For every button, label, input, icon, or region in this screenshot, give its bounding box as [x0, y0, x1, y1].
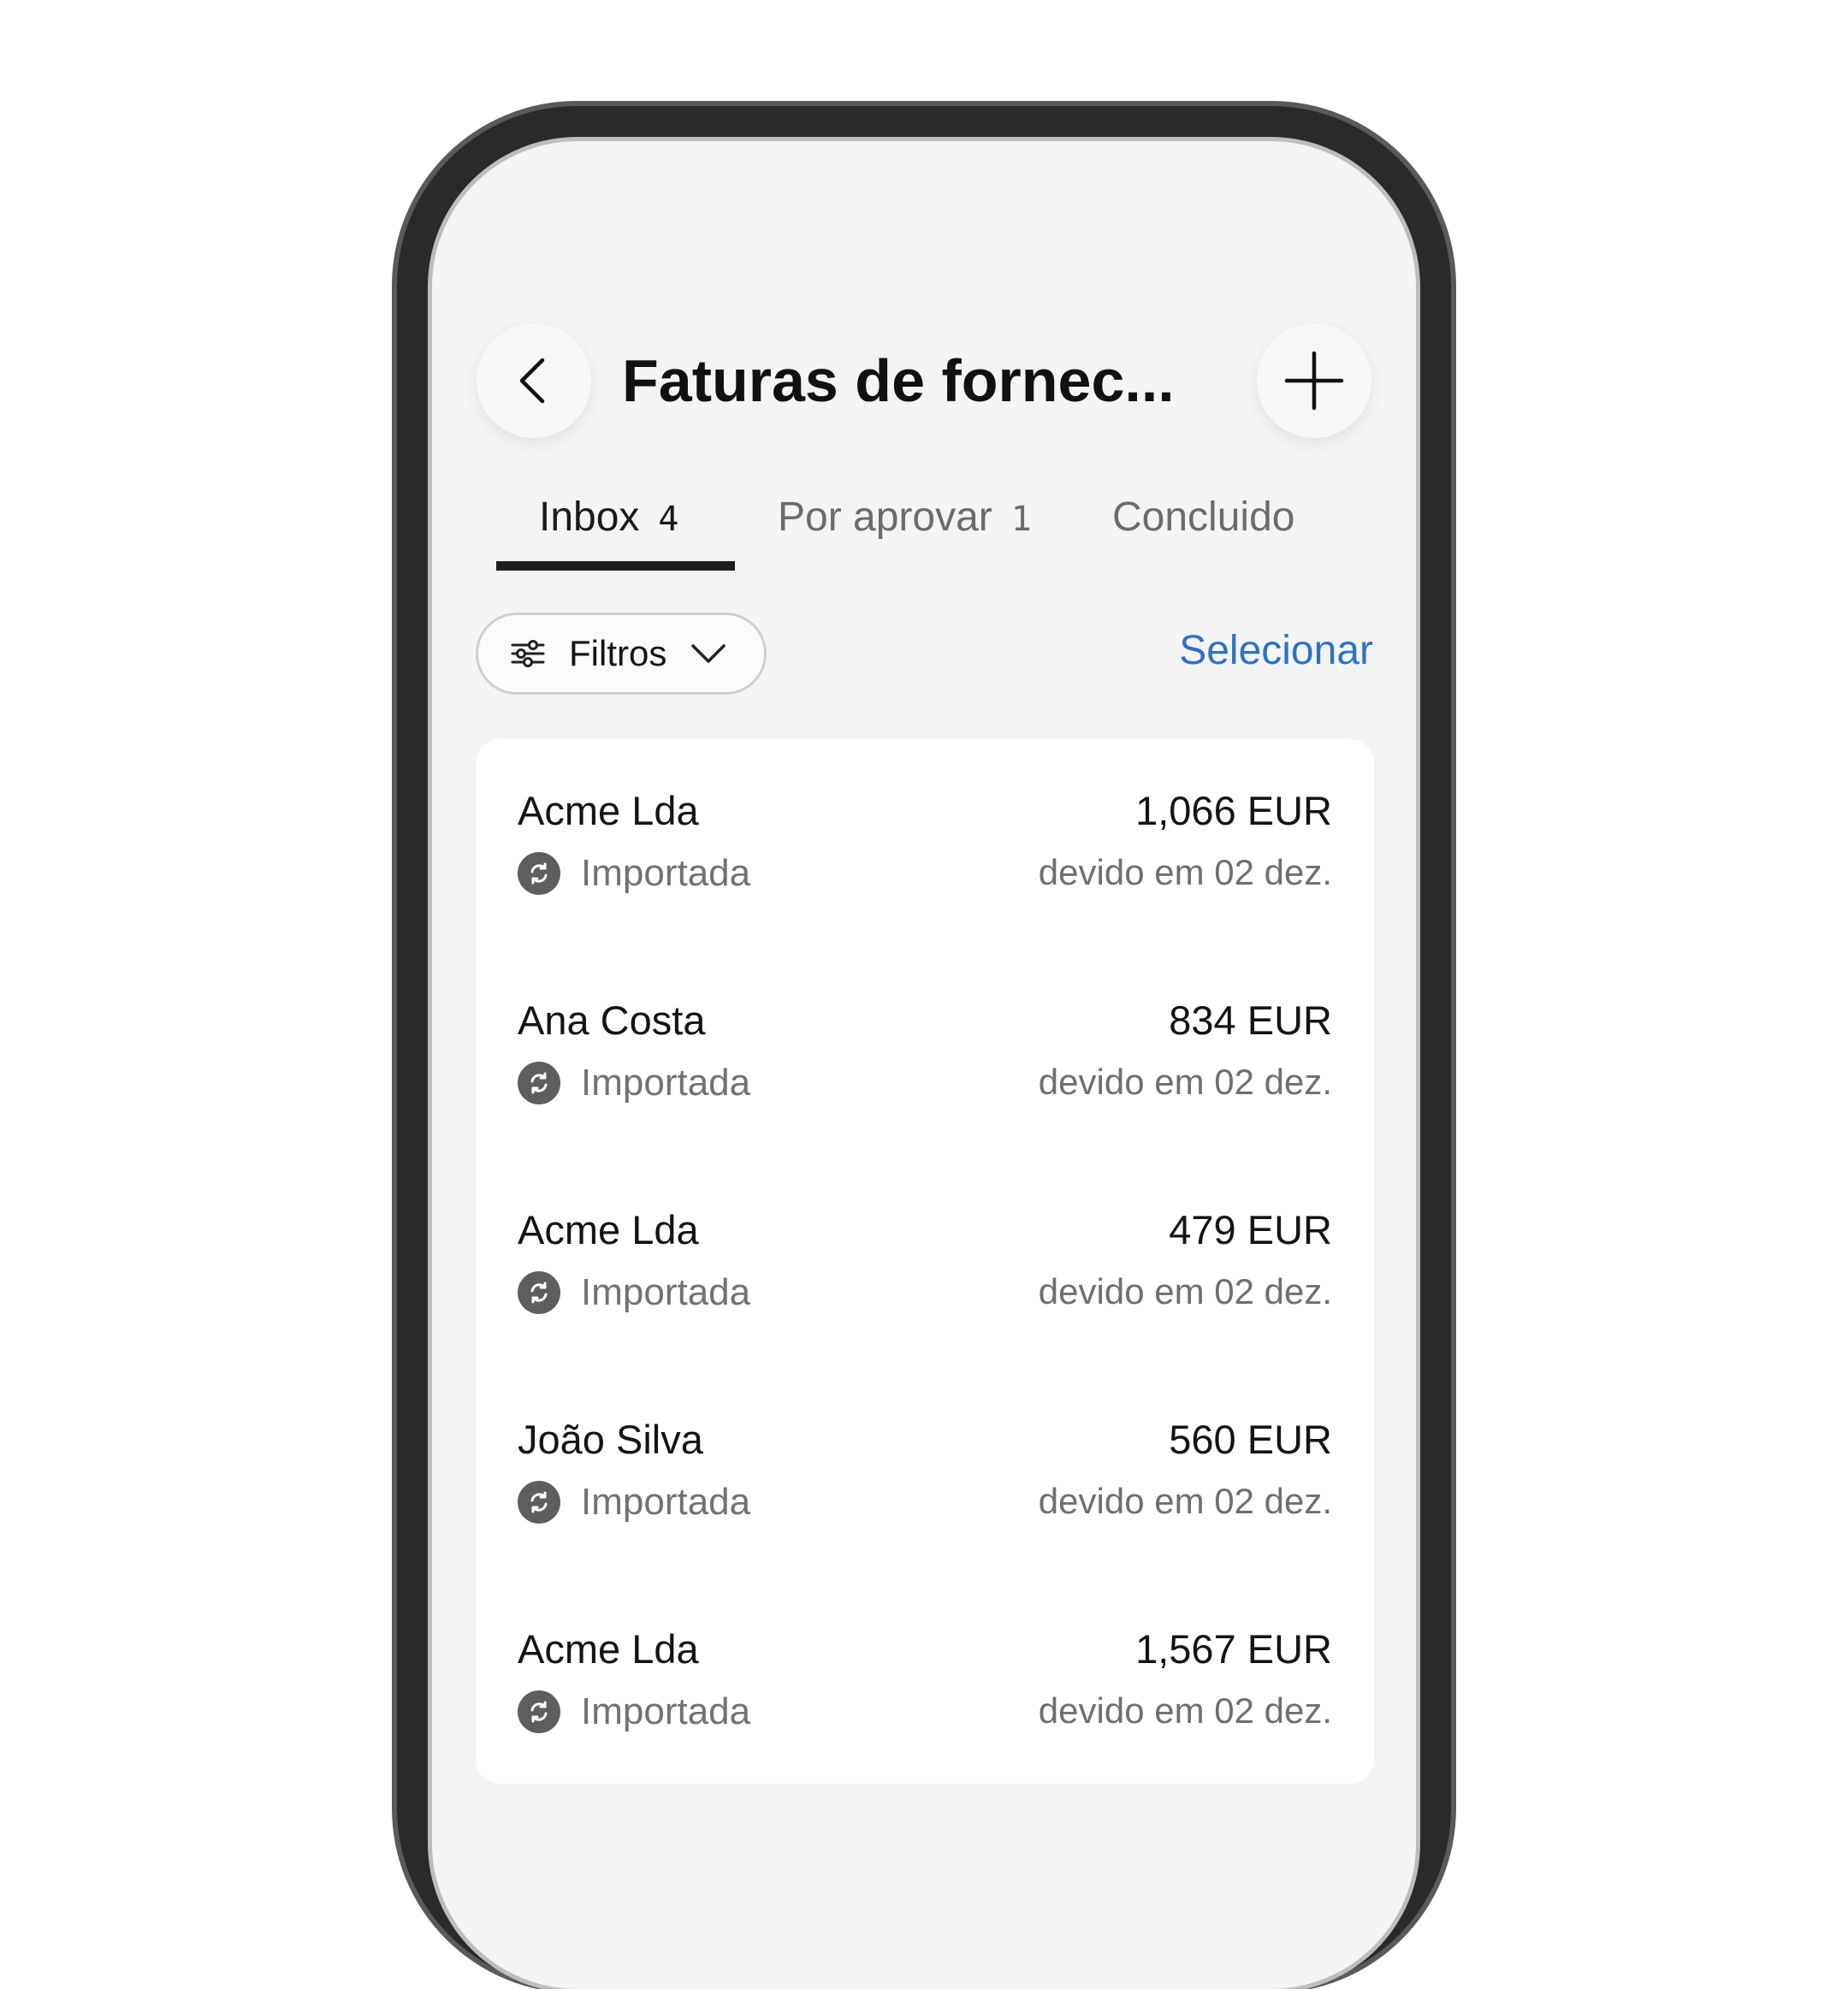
tab-label: Concluido	[1112, 494, 1295, 540]
invoice-amount: 479 EUR	[1169, 1207, 1332, 1252]
status-label: Importada	[581, 852, 751, 894]
chevron-left-icon	[519, 358, 545, 404]
sync-icon	[518, 1271, 560, 1314]
due-date: devido em 02 dez.	[1038, 852, 1332, 892]
supplier-name: Ana Costa	[518, 997, 706, 1043]
tab-label: Inbox	[539, 494, 640, 540]
sync-icon	[518, 1062, 560, 1104]
tab-concluido[interactable]: Concluido	[1112, 488, 1294, 548]
chevron-down-icon	[691, 644, 726, 663]
due-date: devido em 02 dez.	[1038, 1690, 1332, 1731]
sync-icon	[518, 1690, 560, 1733]
invoice-amount: 560 EUR	[1169, 1417, 1332, 1462]
page-title: Faturas de fornec...	[622, 347, 1175, 414]
tab-count: 4	[658, 500, 679, 539]
invoice-row[interactable]: Acme Lda Importada 1,066 EUR devido em 0…	[476, 739, 1374, 910]
supplier-name: Acme Lda	[518, 788, 699, 833]
sliders-icon	[511, 640, 545, 667]
invoice-amount: 1,567 EUR	[1135, 1626, 1332, 1672]
status-label: Importada	[581, 1062, 751, 1104]
active-tab-indicator	[496, 561, 735, 571]
invoice-amount: 834 EUR	[1169, 997, 1332, 1043]
status: Importada	[518, 1270, 750, 1316]
supplier-name: Acme Lda	[518, 1626, 699, 1672]
tab-inbox[interactable]: Inbox 4	[539, 488, 679, 549]
back-button[interactable]	[477, 323, 591, 438]
status: Importada	[518, 1479, 750, 1525]
due-date: devido em 02 dez.	[1038, 1271, 1332, 1311]
invoice-list: Acme Lda Importada 1,066 EUR devido em 0…	[476, 739, 1374, 1784]
plus-icon	[1284, 351, 1344, 411]
add-invoice-button[interactable]	[1257, 323, 1371, 438]
filters-button[interactable]: Filtros	[476, 613, 767, 695]
filters-label: Filtros	[569, 633, 667, 673]
tab-por-aprovar[interactable]: Por aprovar 1	[778, 488, 1032, 549]
phone-frame: Faturas de fornec... Inbox 4 Por aprovar 1…	[397, 106, 1451, 1989]
app-screen: Faturas de fornec... Inbox 4 Por aprovar 1…	[432, 141, 1416, 1989]
supplier-name: Acme Lda	[518, 1207, 699, 1252]
invoice-row[interactable]: Acme Lda Importada 1,567 EUR devido em 0…	[476, 1578, 1374, 1749]
sync-icon	[518, 852, 560, 895]
status-label: Importada	[581, 1481, 751, 1523]
status-label: Importada	[581, 1690, 751, 1732]
invoice-row[interactable]: Acme Lda Importada 479 EUR devido em 02 …	[476, 1158, 1374, 1329]
due-date: devido em 02 dez.	[1038, 1481, 1332, 1521]
status-label: Importada	[581, 1271, 751, 1313]
invoice-row[interactable]: João Silva Importada 560 EUR devido em 0…	[476, 1368, 1374, 1539]
select-link[interactable]: Selecionar	[1168, 625, 1373, 677]
status: Importada	[518, 850, 750, 897]
tab-label: Por aprovar	[778, 494, 992, 540]
sync-icon	[518, 1481, 560, 1524]
invoice-row[interactable]: Ana Costa Importada 834 EUR devido em 02…	[476, 949, 1374, 1120]
status: Importada	[518, 1060, 750, 1106]
due-date: devido em 02 dez.	[1038, 1062, 1332, 1102]
invoice-amount: 1,066 EUR	[1135, 788, 1332, 833]
supplier-name: João Silva	[518, 1417, 703, 1462]
tab-bar: Inbox 4 Por aprovar 1 Concluido	[432, 488, 1416, 573]
status: Importada	[518, 1689, 750, 1735]
tab-count: 1	[1010, 500, 1032, 539]
